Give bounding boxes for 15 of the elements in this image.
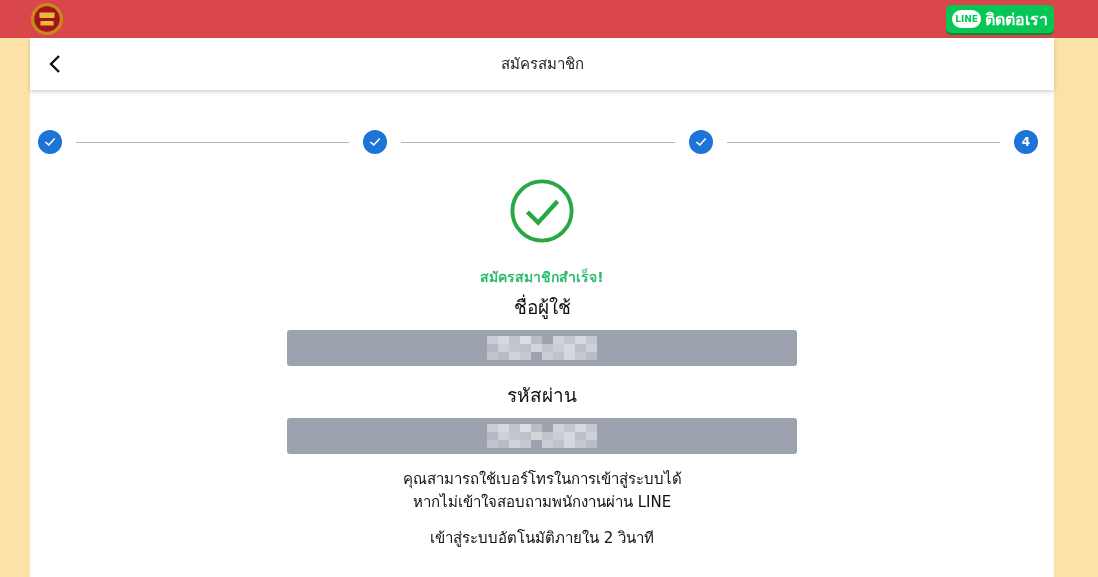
contact-button[interactable]: LINE ติดต่อเรา [946, 5, 1054, 33]
page-title: สมัครสมาชิก [500, 54, 584, 75]
logo-icon[interactable] [30, 2, 64, 36]
field-label: รหัสผ่าน [507, 383, 577, 408]
success-check-icon [509, 178, 575, 244]
readonly-field[interactable] [287, 330, 797, 366]
info-text: คุณสามารถใช้เบอร์โทรในการเข้าสู่ระบบได้ [402, 469, 682, 491]
step-indicator: 4 [1014, 130, 1038, 154]
field-label: ชื่อผู้ใช้ [513, 293, 571, 321]
back-icon[interactable] [49, 54, 61, 74]
redirect-text: เข้าสู่ระบบอัตโนมัติภายใน 2 วินาที [429, 528, 655, 549]
readonly-field[interactable] [287, 418, 797, 454]
success-message: สมัครสมาชิกสำเร็จ! [480, 267, 604, 287]
info-text: หากไม่เข้าใจสอบถามพนักงานผ่าน LINE [411, 492, 673, 513]
chat-bubble-icon: LINE [952, 10, 981, 28]
